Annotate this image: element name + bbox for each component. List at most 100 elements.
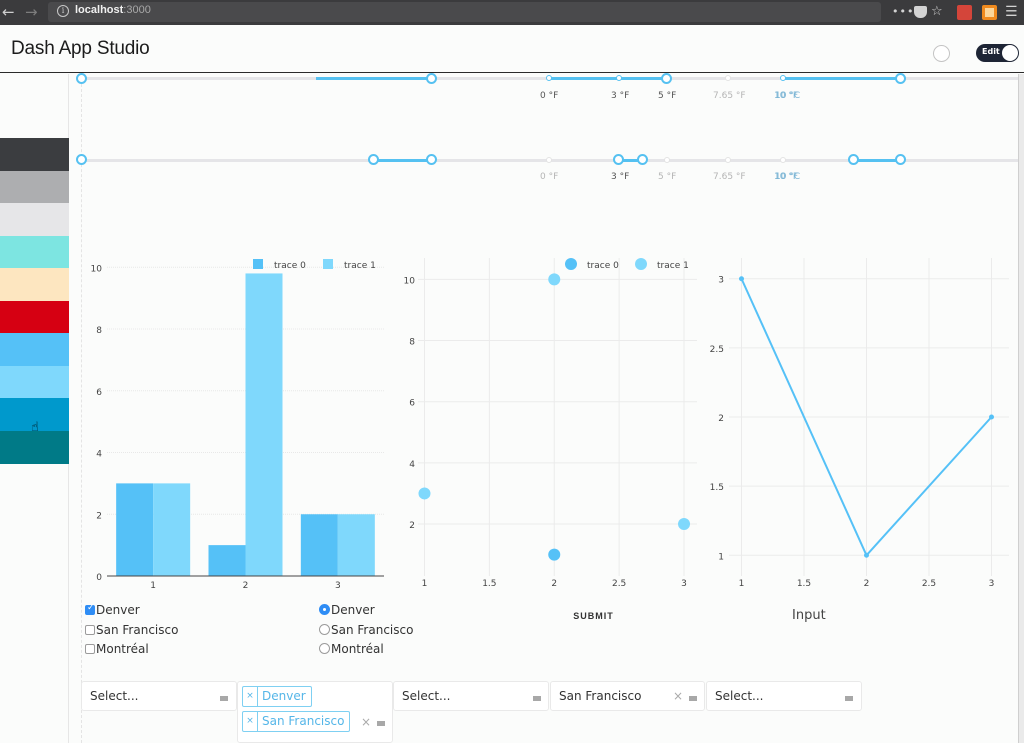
checklist-option[interactable]: San Francisco	[85, 623, 178, 637]
x-tick-label: 2.5	[922, 579, 936, 589]
y-tick-label: 1	[718, 552, 724, 562]
slider-handle[interactable]	[368, 154, 379, 165]
dropdown-arrow-icon[interactable]	[845, 696, 853, 701]
x-tick-label: 3	[989, 579, 995, 589]
line-chart[interactable]: 1 1.5 2 2.5 3 1 1.5 2 2.5 3	[705, 250, 1017, 590]
x-tick-label: 3	[335, 581, 341, 590]
y-tick-label: 6	[409, 399, 415, 409]
y-tick-label: 0	[96, 573, 102, 583]
option-label: Montréal	[96, 642, 149, 656]
y-tick-label: 4	[409, 460, 415, 470]
edit-toggle[interactable]: Edit	[976, 44, 1019, 62]
info-icon[interactable]: i	[57, 5, 69, 17]
multi-dropdown[interactable]: × Denver × San Francisco ×	[237, 681, 393, 743]
slider-mark-label: 5 °F	[658, 91, 677, 101]
url-text: localhost:3000	[75, 4, 151, 16]
address-bar[interactable]: i localhost:3000	[48, 2, 881, 22]
slider-mark-dot	[725, 157, 731, 163]
y-tick-label: 8	[96, 326, 102, 336]
color-swatch[interactable]	[0, 203, 69, 236]
selected-tag: × Denver	[242, 686, 312, 707]
page-actions-icon[interactable]: •••	[892, 4, 914, 20]
color-swatch[interactable]	[0, 365, 69, 399]
color-swatch[interactable]	[0, 170, 69, 204]
radio-option[interactable]: San Francisco	[319, 623, 413, 637]
slider-handle[interactable]	[613, 154, 624, 165]
scatter-point	[678, 518, 691, 531]
checklist-option[interactable]: Montréal	[85, 642, 149, 656]
legend-marker	[635, 258, 647, 270]
slider-range-fill	[854, 159, 901, 162]
color-swatch[interactable]	[0, 235, 69, 269]
checkbox-checked[interactable]	[85, 603, 95, 615]
bar	[116, 483, 154, 576]
y-tick-label: 1.5	[710, 483, 724, 493]
slider-mark-dot	[780, 157, 786, 163]
legend-marker	[565, 258, 577, 270]
pocket-icon[interactable]	[914, 6, 927, 18]
clear-icon[interactable]: ×	[673, 689, 683, 703]
option-label: San Francisco	[96, 623, 179, 637]
hand-cursor-icon: ☝	[31, 420, 39, 435]
line-point	[739, 276, 744, 282]
checkbox[interactable]	[85, 644, 95, 654]
radio[interactable]	[319, 624, 330, 635]
dropdown-1[interactable]: Select...	[81, 681, 237, 711]
slider-handle[interactable]	[76, 154, 87, 165]
checklist-option[interactable]: Denver	[85, 603, 140, 617]
vertical-scrollbar[interactable]	[1018, 74, 1024, 743]
dropdown-5[interactable]: Select...	[706, 681, 862, 711]
bar	[153, 483, 191, 576]
remove-tag-icon[interactable]: ×	[243, 687, 258, 706]
bar-chart[interactable]: 02468101 2 3trace 0 trace 1	[82, 250, 392, 590]
scatter-point	[548, 548, 561, 561]
slider-handle[interactable]	[637, 154, 648, 165]
dropdown-arrow-icon[interactable]	[377, 721, 385, 726]
color-palette-sidebar: ☝	[0, 74, 69, 743]
color-swatch[interactable]	[0, 333, 69, 366]
legend-label: trace 0	[274, 261, 306, 271]
url-host: localhost	[75, 4, 124, 16]
x-tick-label: 1	[150, 581, 156, 590]
slider-handle[interactable]	[426, 154, 437, 165]
dropdown-arrow-icon[interactable]	[689, 696, 697, 701]
radio-selected[interactable]	[319, 604, 330, 615]
back-arrow-icon[interactable]: ←	[2, 3, 15, 21]
line-point	[864, 552, 869, 558]
y-tick-label: 8	[409, 338, 415, 348]
slider-handle[interactable]	[895, 154, 906, 165]
hamburger-menu-icon[interactable]: ☰	[1005, 4, 1018, 20]
dropdown-arrow-icon[interactable]	[220, 696, 228, 701]
dropdown-4[interactable]: San Francisco ×	[550, 681, 705, 711]
clear-icon[interactable]: ×	[361, 715, 371, 729]
dropdown-placeholder: Select...	[402, 689, 451, 703]
color-swatch[interactable]	[0, 138, 69, 171]
color-swatch[interactable]	[0, 300, 69, 334]
scatter-chart[interactable]: 1 1.5 2 2.5 3 2 4 6 8 10 trace 0 trace 1	[395, 250, 705, 590]
color-swatch[interactable]	[0, 430, 69, 464]
checkbox[interactable]	[85, 625, 95, 635]
x-tick-label: 2	[243, 581, 249, 590]
radio-option[interactable]: Montréal	[319, 642, 384, 656]
slider-handle[interactable]	[848, 154, 859, 165]
radio-option[interactable]: Denver	[319, 603, 375, 617]
slider-handle[interactable]	[426, 73, 437, 84]
forward-arrow-icon[interactable]: →	[25, 3, 38, 21]
tag-label: Denver	[262, 689, 306, 703]
legend-label: trace 1	[657, 261, 689, 271]
slider-handle[interactable]	[76, 73, 87, 84]
dropdown-arrow-icon[interactable]	[533, 696, 541, 701]
slider-handle[interactable]	[661, 73, 672, 84]
slider-mark-dot	[546, 75, 552, 81]
extension-r-icon[interactable]	[982, 5, 997, 20]
bookmark-star-icon[interactable]: ☆	[931, 4, 943, 20]
dropdown-3[interactable]: Select...	[393, 681, 549, 711]
color-swatch[interactable]	[0, 268, 69, 301]
radio[interactable]	[319, 643, 330, 654]
submit-button[interactable]: SUBMIT	[556, 608, 631, 624]
scatter-point	[548, 273, 561, 286]
extension-icon[interactable]	[957, 5, 972, 20]
option-label: Denver	[331, 603, 375, 617]
remove-tag-icon[interactable]: ×	[243, 712, 258, 731]
slider-handle[interactable]	[895, 73, 906, 84]
